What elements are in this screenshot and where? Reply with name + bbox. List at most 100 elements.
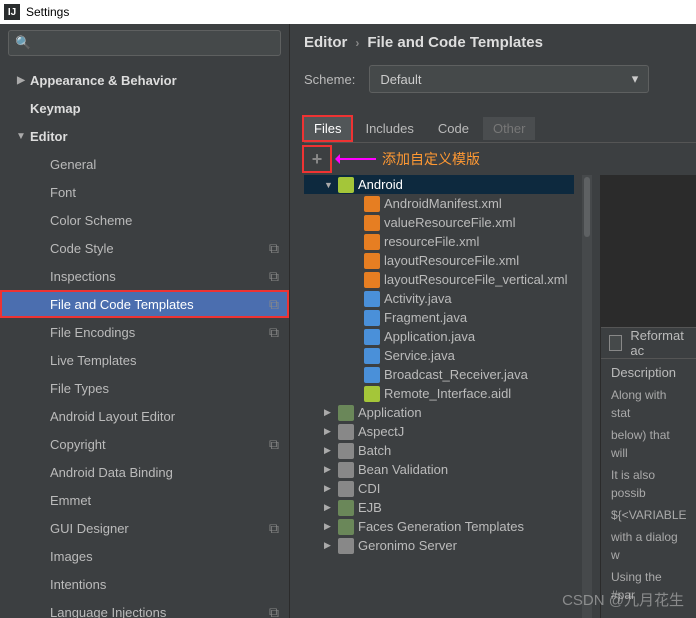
- template-label: Remote_Interface.aidl: [384, 386, 511, 401]
- sidebar-item[interactable]: ▶Language Injections⧉: [0, 598, 289, 618]
- tab-includes[interactable]: Includes: [355, 117, 423, 140]
- template-item[interactable]: ▼Android: [304, 175, 574, 194]
- template-item[interactable]: layoutResourceFile.xml: [304, 251, 574, 270]
- sidebar-item[interactable]: Android Data Binding: [0, 458, 289, 486]
- tab-other[interactable]: Other: [483, 117, 536, 140]
- scheme-label: Scheme:: [304, 72, 355, 87]
- sidebar-item[interactable]: ▶Copyright⧉: [0, 430, 289, 458]
- sidebar-item[interactable]: GUI Designer⧉: [0, 514, 289, 542]
- template-label: CDI: [358, 481, 380, 496]
- xml-icon: [364, 234, 380, 250]
- sidebar-item[interactable]: Live Templates: [0, 346, 289, 374]
- settings-tree[interactable]: ▶Appearance & BehaviorKeymap▼Editor▶Gene…: [0, 62, 289, 618]
- scrollbar[interactable]: [582, 175, 592, 618]
- template-item[interactable]: ▶ CDI: [304, 479, 574, 498]
- template-label: Geronimo Server: [358, 538, 457, 553]
- xml-icon: [364, 253, 380, 269]
- template-item[interactable]: ▶Batch: [304, 441, 574, 460]
- sidebar-item[interactable]: File and Code Templates⧉: [0, 290, 289, 318]
- template-item[interactable]: ▶AspectJ: [304, 422, 574, 441]
- scope-icon: ⧉: [269, 324, 279, 341]
- template-item[interactable]: Remote_Interface.aidl: [304, 384, 574, 403]
- sidebar-item[interactable]: ▶General: [0, 150, 289, 178]
- sidebar-item[interactable]: File Types: [0, 374, 289, 402]
- template-label: AndroidManifest.xml: [384, 196, 502, 211]
- template-label: Faces Generation Templates: [358, 519, 524, 534]
- gen-icon: [338, 462, 354, 478]
- template-label: Batch: [358, 443, 391, 458]
- gen-icon: [338, 538, 354, 554]
- template-item[interactable]: Fragment.java: [304, 308, 574, 327]
- template-label: resourceFile.xml: [384, 234, 479, 249]
- sidebar-item[interactable]: ▼Editor: [0, 122, 289, 150]
- template-toolbar: + 添加自定义模版: [304, 143, 696, 175]
- template-item[interactable]: ▶EJB: [304, 498, 574, 517]
- folder-icon: [338, 500, 354, 516]
- search-icon: 🔍: [15, 35, 31, 51]
- sidebar-item-label: GUI Designer: [50, 521, 129, 536]
- app-icon: IJ: [4, 4, 20, 20]
- sidebar-item-label: Images: [50, 549, 93, 564]
- template-tree[interactable]: ▼Android AndroidManifest.xml valueResource…: [304, 175, 574, 618]
- sidebar-item-label: File Types: [50, 381, 109, 396]
- xml-icon: [364, 272, 380, 288]
- java-icon: [364, 348, 380, 364]
- sidebar-item[interactable]: ▶Emmet: [0, 486, 289, 514]
- sidebar-item[interactable]: Intentions: [0, 570, 289, 598]
- template-label: Activity.java: [384, 291, 452, 306]
- sidebar-item[interactable]: Images: [0, 542, 289, 570]
- sidebar-item[interactable]: ▶Appearance & Behavior: [0, 66, 289, 94]
- gen-icon: [338, 424, 354, 440]
- template-label: Application.java: [384, 329, 475, 344]
- tree-arrow-icon: ▶: [324, 426, 334, 437]
- sidebar-item[interactable]: Inspections⧉: [0, 262, 289, 290]
- add-template-button[interactable]: +: [304, 147, 330, 171]
- scheme-select[interactable]: Default ▾: [369, 65, 649, 93]
- sidebar-item-label: Emmet: [50, 493, 91, 508]
- template-label: Application: [358, 405, 422, 420]
- template-item[interactable]: valueResourceFile.xml: [304, 213, 574, 232]
- scope-icon: ⧉: [269, 268, 279, 285]
- sidebar-item[interactable]: ▶Color Scheme: [0, 206, 289, 234]
- template-item[interactable]: Application.java: [304, 327, 574, 346]
- template-item[interactable]: ▶Geronimo Server: [304, 536, 574, 555]
- sidebar-item[interactable]: ▶Code Style⧉: [0, 234, 289, 262]
- template-label: Android: [358, 177, 403, 192]
- template-label: valueResourceFile.xml: [384, 215, 516, 230]
- sidebar-item[interactable]: Keymap: [0, 94, 289, 122]
- template-item[interactable]: ▶Faces Generation Templates: [304, 517, 574, 536]
- chevron-icon: ▼: [16, 131, 26, 142]
- template-item[interactable]: AndroidManifest.xml: [304, 194, 574, 213]
- sidebar-item[interactable]: Android Layout Editor: [0, 402, 289, 430]
- template-label: layoutResourceFile_vertical.xml: [384, 272, 568, 287]
- tree-arrow-icon: ▶: [324, 407, 334, 418]
- template-item[interactable]: Broadcast_Receiver.java: [304, 365, 574, 384]
- sidebar-item-label: General: [50, 157, 96, 172]
- template-item[interactable]: layoutResourceFile_vertical.xml: [304, 270, 574, 289]
- template-item[interactable]: ▶ Application: [304, 403, 574, 422]
- template-label: EJB: [358, 500, 382, 515]
- sidebar-item-label: Copyright: [50, 437, 106, 452]
- content: Editor › File and Code Templates Scheme:…: [290, 24, 696, 618]
- tree-arrow-icon: ▶: [324, 483, 334, 494]
- sidebar-item[interactable]: Font: [0, 178, 289, 206]
- sidebar-item[interactable]: File Encodings ⧉: [0, 318, 289, 346]
- description-header: Description: [601, 359, 696, 386]
- folder-icon: [338, 405, 354, 421]
- template-label: Bean Validation: [358, 462, 448, 477]
- tab-code[interactable]: Code: [428, 117, 479, 140]
- reformat-checkbox[interactable]: [609, 335, 622, 351]
- right-pane: Reformat ac Description Along with stat …: [600, 175, 696, 618]
- search-input[interactable]: 🔍: [8, 30, 281, 56]
- sidebar-item-label: File Encodings: [50, 325, 135, 340]
- template-item[interactable]: resourceFile.xml: [304, 232, 574, 251]
- reformat-row: Reformat ac: [601, 327, 696, 359]
- template-item[interactable]: ▶Bean Validation: [304, 460, 574, 479]
- tab-files[interactable]: Files: [304, 117, 351, 140]
- split-pane: ▼Android AndroidManifest.xml valueResource…: [304, 175, 696, 618]
- annotation-text: 添加自定义模版: [382, 149, 480, 169]
- template-label: Broadcast_Receiver.java: [384, 367, 528, 382]
- template-item[interactable]: Activity.java: [304, 289, 574, 308]
- sidebar-item-label: File and Code Templates: [50, 297, 194, 312]
- template-item[interactable]: Service.java: [304, 346, 574, 365]
